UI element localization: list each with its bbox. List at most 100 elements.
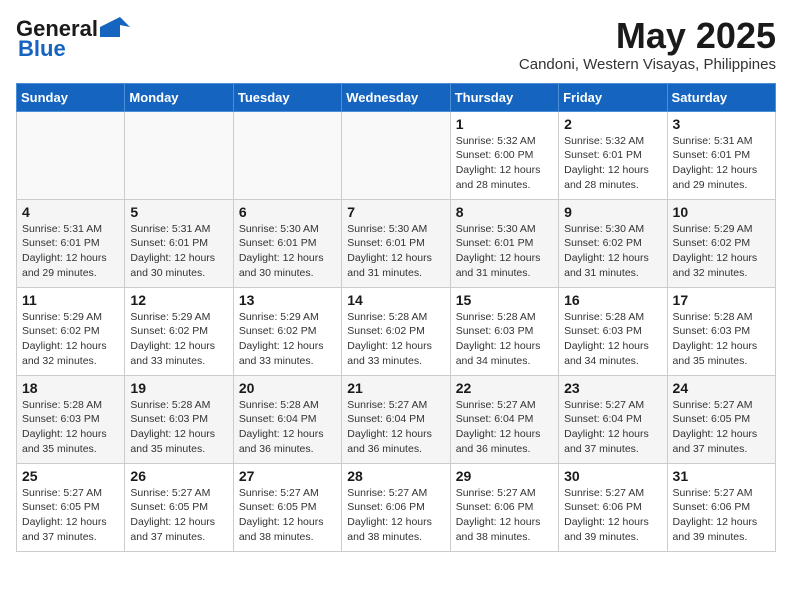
calendar-cell: 1Sunrise: 5:32 AM Sunset: 6:00 PM Daylig…: [450, 111, 558, 199]
calendar-cell: 23 Sunrise: 5:27 AM Sunset: 6:04 PM Dayli…: [559, 375, 667, 463]
day-info: Sunrise: 5:28 AM Sunset: 6:02 PM Dayligh…: [347, 310, 444, 369]
calendar-week-row: 18 Sunrise: 5:28 AM Sunset: 6:03 PM Dayli…: [17, 375, 776, 463]
title-section: May 2025 Candoni, Western Visayas, Phili…: [519, 16, 776, 73]
location-subtitle: Candoni, Western Visayas, Philippines: [519, 56, 776, 73]
day-info: Sunrise: 5:28 AM Sunset: 6:03 PM Dayligh…: [564, 310, 661, 369]
logo-blue: Blue: [18, 36, 66, 62]
calendar-cell: 12 Sunrise: 5:29 AM Sunset: 6:02 PM Dayli…: [125, 287, 233, 375]
day-number: 22: [456, 380, 553, 396]
month-year-title: May 2025: [519, 16, 776, 56]
calendar-cell: 17 Sunrise: 5:28 AM Sunset: 6:03 PM Dayli…: [667, 287, 775, 375]
day-number: 6: [239, 204, 336, 220]
day-number: 30: [564, 468, 661, 484]
calendar-cell: [342, 111, 450, 199]
day-number: 11: [22, 292, 119, 308]
day-info: Sunrise: 5:32 AM Sunset: 6:00 PM Dayligh…: [456, 134, 553, 193]
day-number: 16: [564, 292, 661, 308]
calendar-cell: 26Sunrise: 5:27 AM Sunset: 6:05 PM Dayli…: [125, 463, 233, 551]
day-info: Sunrise: 5:27 AM Sunset: 6:04 PM Dayligh…: [347, 398, 444, 457]
day-info: Sunrise: 5:27 AM Sunset: 6:06 PM Dayligh…: [347, 486, 444, 545]
day-info: Sunrise: 5:27 AM Sunset: 6:06 PM Dayligh…: [673, 486, 770, 545]
col-tuesday: Tuesday: [233, 83, 341, 111]
day-info: Sunrise: 5:30 AM Sunset: 6:01 PM Dayligh…: [347, 222, 444, 281]
calendar-cell: 13 Sunrise: 5:29 AM Sunset: 6:02 PM Dayli…: [233, 287, 341, 375]
day-number: 19: [130, 380, 227, 396]
day-number: 31: [673, 468, 770, 484]
calendar-cell: 2 Sunrise: 5:32 AM Sunset: 6:01 PM Daylig…: [559, 111, 667, 199]
col-saturday: Saturday: [667, 83, 775, 111]
day-number: 2: [564, 116, 661, 132]
col-friday: Friday: [559, 83, 667, 111]
day-info: Sunrise: 5:32 AM Sunset: 6:01 PM Dayligh…: [564, 134, 661, 193]
calendar-cell: 5 Sunrise: 5:31 AM Sunset: 6:01 PM Daylig…: [125, 199, 233, 287]
logo-arrow-icon: [100, 17, 130, 37]
calendar-week-row: 25 Sunrise: 5:27 AM Sunset: 6:05 PM Dayli…: [17, 463, 776, 551]
calendar-cell: [233, 111, 341, 199]
calendar-cell: 28Sunrise: 5:27 AM Sunset: 6:06 PM Dayli…: [342, 463, 450, 551]
calendar-cell: 29 Sunrise: 5:27 AM Sunset: 6:06 PM Dayli…: [450, 463, 558, 551]
day-number: 5: [130, 204, 227, 220]
calendar-cell: 3 Sunrise: 5:31 AM Sunset: 6:01 PM Daylig…: [667, 111, 775, 199]
day-info: Sunrise: 5:28 AM Sunset: 6:03 PM Dayligh…: [22, 398, 119, 457]
col-monday: Monday: [125, 83, 233, 111]
calendar-cell: 25Sunrise: 5:27 AM Sunset: 6:05 PM Dayli…: [17, 463, 125, 551]
calendar-header-row: Sunday Monday Tuesday Wednesday Thursday…: [17, 83, 776, 111]
calendar-cell: [125, 111, 233, 199]
day-info: Sunrise: 5:27 AM Sunset: 6:04 PM Dayligh…: [564, 398, 661, 457]
calendar-cell: 27Sunrise: 5:27 AM Sunset: 6:05 PM Dayli…: [233, 463, 341, 551]
day-info: Sunrise: 5:31 AM Sunset: 6:01 PM Dayligh…: [673, 134, 770, 193]
calendar-cell: [17, 111, 125, 199]
day-info: Sunrise: 5:28 AM Sunset: 6:03 PM Dayligh…: [130, 398, 227, 457]
day-info: Sunrise: 5:27 AM Sunset: 6:05 PM Dayligh…: [239, 486, 336, 545]
day-number: 24: [673, 380, 770, 396]
day-number: 9: [564, 204, 661, 220]
header: General Blue May 2025 Candoni, Western V…: [16, 16, 776, 73]
calendar-cell: 15 Sunrise: 5:28 AM Sunset: 6:03 PM Dayli…: [450, 287, 558, 375]
day-number: 29: [456, 468, 553, 484]
day-number: 18: [22, 380, 119, 396]
calendar-week-row: 1Sunrise: 5:32 AM Sunset: 6:00 PM Daylig…: [17, 111, 776, 199]
day-info: Sunrise: 5:31 AM Sunset: 6:01 PM Dayligh…: [130, 222, 227, 281]
calendar-cell: 11Sunrise: 5:29 AM Sunset: 6:02 PM Dayli…: [17, 287, 125, 375]
calendar-cell: 22 Sunrise: 5:27 AM Sunset: 6:04 PM Dayli…: [450, 375, 558, 463]
day-info: Sunrise: 5:27 AM Sunset: 6:06 PM Dayligh…: [564, 486, 661, 545]
day-info: Sunrise: 5:27 AM Sunset: 6:04 PM Dayligh…: [456, 398, 553, 457]
col-wednesday: Wednesday: [342, 83, 450, 111]
day-number: 14: [347, 292, 444, 308]
day-info: Sunrise: 5:29 AM Sunset: 6:02 PM Dayligh…: [130, 310, 227, 369]
day-number: 7: [347, 204, 444, 220]
col-thursday: Thursday: [450, 83, 558, 111]
day-number: 25: [22, 468, 119, 484]
calendar-cell: 14 Sunrise: 5:28 AM Sunset: 6:02 PM Dayli…: [342, 287, 450, 375]
day-info: Sunrise: 5:28 AM Sunset: 6:03 PM Dayligh…: [456, 310, 553, 369]
day-number: 12: [130, 292, 227, 308]
calendar-cell: 9 Sunrise: 5:30 AM Sunset: 6:02 PM Daylig…: [559, 199, 667, 287]
day-info: Sunrise: 5:29 AM Sunset: 6:02 PM Dayligh…: [673, 222, 770, 281]
day-number: 3: [673, 116, 770, 132]
day-info: Sunrise: 5:30 AM Sunset: 6:01 PM Dayligh…: [456, 222, 553, 281]
day-number: 20: [239, 380, 336, 396]
day-info: Sunrise: 5:30 AM Sunset: 6:02 PM Dayligh…: [564, 222, 661, 281]
day-info: Sunrise: 5:28 AM Sunset: 6:04 PM Dayligh…: [239, 398, 336, 457]
day-info: Sunrise: 5:30 AM Sunset: 6:01 PM Dayligh…: [239, 222, 336, 281]
logo: General Blue: [16, 16, 130, 62]
calendar-week-row: 4Sunrise: 5:31 AM Sunset: 6:01 PM Daylig…: [17, 199, 776, 287]
day-info: Sunrise: 5:27 AM Sunset: 6:05 PM Dayligh…: [673, 398, 770, 457]
calendar-cell: 7 Sunrise: 5:30 AM Sunset: 6:01 PM Daylig…: [342, 199, 450, 287]
day-info: Sunrise: 5:29 AM Sunset: 6:02 PM Dayligh…: [239, 310, 336, 369]
day-number: 13: [239, 292, 336, 308]
day-number: 17: [673, 292, 770, 308]
calendar-cell: 4Sunrise: 5:31 AM Sunset: 6:01 PM Daylig…: [17, 199, 125, 287]
calendar-cell: 10 Sunrise: 5:29 AM Sunset: 6:02 PM Dayli…: [667, 199, 775, 287]
day-number: 21: [347, 380, 444, 396]
day-info: Sunrise: 5:27 AM Sunset: 6:05 PM Dayligh…: [130, 486, 227, 545]
calendar-cell: 24 Sunrise: 5:27 AM Sunset: 6:05 PM Dayli…: [667, 375, 775, 463]
calendar-cell: 6 Sunrise: 5:30 AM Sunset: 6:01 PM Daylig…: [233, 199, 341, 287]
day-number: 10: [673, 204, 770, 220]
day-number: 15: [456, 292, 553, 308]
day-info: Sunrise: 5:27 AM Sunset: 6:06 PM Dayligh…: [456, 486, 553, 545]
calendar-week-row: 11 Sunrise: 5:29 AM Sunset: 6:02 PM Dayli…: [17, 287, 776, 375]
day-number: 23: [564, 380, 661, 396]
calendar-cell: 16 Sunrise: 5:28 AM Sunset: 6:03 PM Dayli…: [559, 287, 667, 375]
day-info: Sunrise: 5:28 AM Sunset: 6:03 PM Dayligh…: [673, 310, 770, 369]
